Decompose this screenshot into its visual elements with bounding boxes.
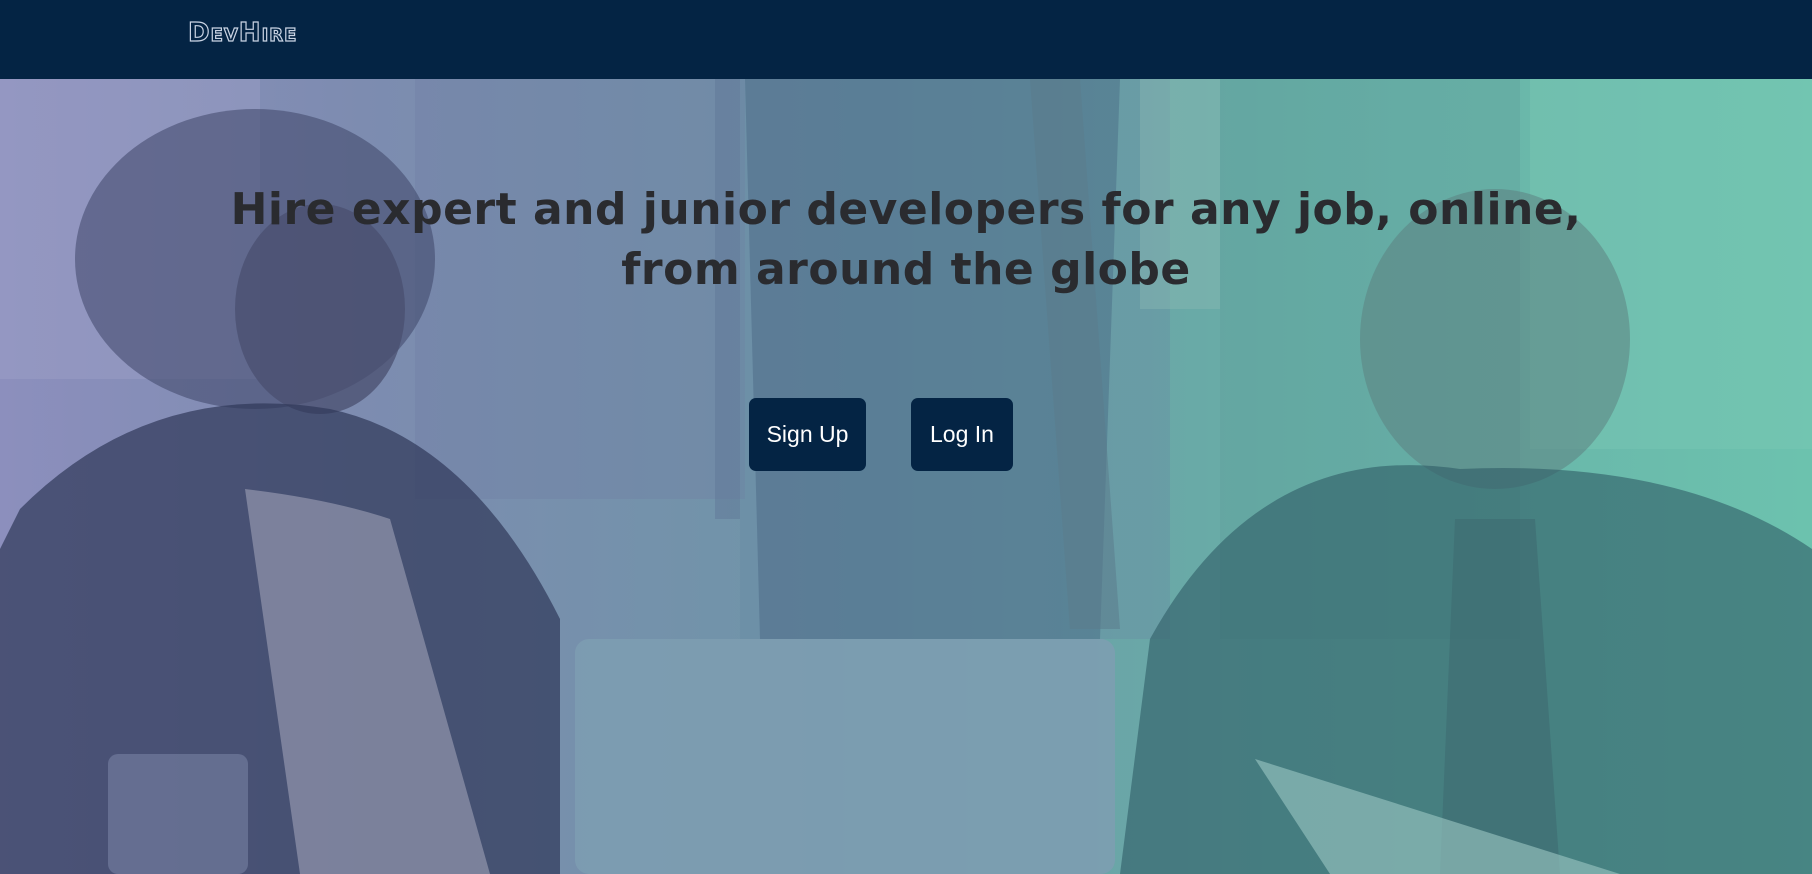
top-navbar: DevHire [0, 0, 1812, 79]
hero-section: Hire expert and junior developers for an… [0, 79, 1812, 874]
log-in-button[interactable]: Log In [911, 398, 1013, 471]
hero-headline: Hire expert and junior developers for an… [230, 184, 1582, 295]
devhire-logo[interactable]: DevHire [187, 17, 297, 48]
sign-up-button[interactable]: Sign Up [749, 398, 866, 471]
